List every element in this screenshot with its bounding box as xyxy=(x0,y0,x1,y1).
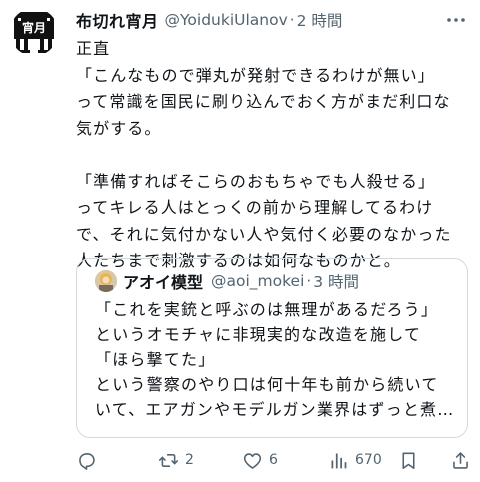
author-display-name[interactable]: 布切れ宵月 xyxy=(76,8,159,32)
reply-button[interactable] xyxy=(76,450,103,471)
views-count: 670 xyxy=(355,452,382,468)
post-body-line: って常識を国民に刷り込んでおく方がまだ利口な xyxy=(76,92,451,111)
retweet-button[interactable]: 2 xyxy=(158,450,194,471)
reply-icon xyxy=(79,452,95,470)
quote-body-line: 「ほら撃てた」 xyxy=(95,350,216,369)
avatar-icon xyxy=(95,270,117,292)
retweet-count: 2 xyxy=(185,452,194,468)
action-bar: 2 6 670 xyxy=(76,448,472,472)
quote-body-line: というオモチャに非現実的な改造を施して xyxy=(95,325,422,344)
quoted-post[interactable]: アオイ模型 @aoi_mokei · 3 時間 「これを実銃と呼ぶのは無理がある… xyxy=(76,258,468,438)
quote-body-line: 「これを実銃と呼ぶのは無理があるだろう」 xyxy=(95,300,439,319)
like-count: 6 xyxy=(269,452,278,468)
like-button[interactable]: 6 xyxy=(242,450,278,471)
post-body-line: 正直 xyxy=(76,39,111,58)
views-button[interactable]: 670 xyxy=(328,450,382,471)
quote-body-line: いて、エアガンやモデルガン業界はずっと煮… xyxy=(95,400,453,419)
pixel-logo-icon: 宵月 xyxy=(10,8,58,56)
post-content: 布切れ宵月 @YoidukiUlanov · 2 時間 正直 「こんなもので弾丸… xyxy=(76,8,472,275)
quote-header: アオイ模型 @aoi_mokei · 3 時間 xyxy=(95,269,453,293)
post-body-line: 「こんなもので弾丸が発射できるわけが無い」 xyxy=(76,65,435,85)
views-icon xyxy=(331,453,347,468)
post-body-line: ってキレる人はとっくの前から理解してるわけ xyxy=(76,198,434,217)
avatar-text: 宵月 xyxy=(22,20,46,35)
quote-author-handle[interactable]: @aoi_mokei xyxy=(211,272,304,290)
quote-author-display-name[interactable]: アオイ模型 xyxy=(123,269,203,293)
retweet-icon xyxy=(158,453,179,467)
post-card: 宵月 布切れ宵月 @YoidukiUlanov · 2 時間 正直 「こんなもの… xyxy=(0,0,480,482)
quote-body: 「これを実銃と呼ぶのは無理があるだろう」 というオモチャに非現実的な改造を施して… xyxy=(95,297,453,422)
quote-author-avatar[interactable] xyxy=(95,270,117,292)
author-handle[interactable]: @YoidukiUlanov xyxy=(165,11,288,29)
share-icon xyxy=(453,451,468,469)
post-body: 正直 「こんなもので弾丸が発射できるわけが無い」 って常識を国民に刷り込んでおく… xyxy=(76,36,472,275)
author-avatar[interactable]: 宵月 xyxy=(10,8,58,56)
post-header: 布切れ宵月 @YoidukiUlanov · 2 時間 xyxy=(76,8,472,32)
post-body-line: 気がする。 xyxy=(76,118,162,138)
more-options-button[interactable] xyxy=(444,8,468,32)
separator-dot: · xyxy=(289,11,295,29)
post-body-line: 「準備すればそこらのおもちゃでも人殺せる」 xyxy=(76,171,436,191)
bookmark-button[interactable] xyxy=(398,450,419,471)
quote-time[interactable]: 3 時間 xyxy=(313,270,359,292)
quote-body-line: という警察のやり口は何十年も前から続いて xyxy=(95,375,439,394)
quote-separator-dot: · xyxy=(306,272,312,290)
share-button[interactable] xyxy=(450,450,471,471)
bookmark-icon xyxy=(402,452,415,469)
heart-icon xyxy=(243,452,262,469)
post-time[interactable]: 2 時間 xyxy=(297,9,343,31)
more-horizontal-icon xyxy=(447,18,465,22)
post-body-line: で、それに気付かない人や気付く必要のなかった xyxy=(76,224,452,244)
post-body-line xyxy=(76,142,472,169)
